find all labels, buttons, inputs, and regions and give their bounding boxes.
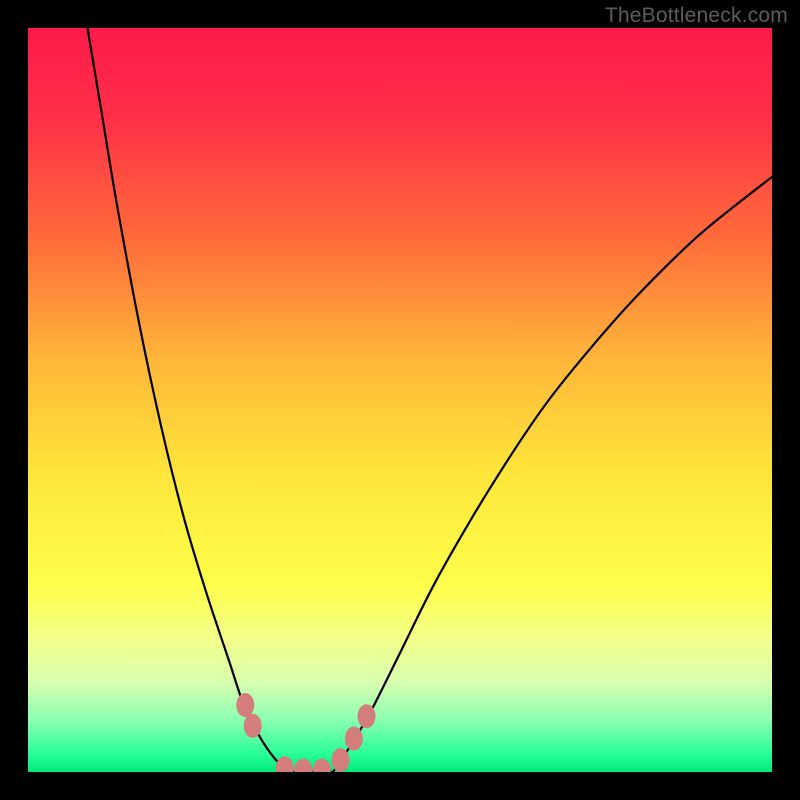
data-marker <box>236 693 254 717</box>
curve-layer <box>28 28 772 772</box>
plot-area <box>28 28 772 772</box>
data-marker <box>313 759 331 772</box>
data-marker <box>276 756 294 772</box>
data-marker <box>331 748 349 772</box>
data-marker <box>345 727 363 751</box>
curve-markers <box>236 693 375 772</box>
watermark-text: TheBottleneck.com <box>605 4 788 28</box>
chart-frame: TheBottleneck.com <box>0 0 800 800</box>
bottleneck-curve <box>88 28 772 772</box>
data-marker <box>358 704 376 728</box>
data-marker <box>294 759 312 772</box>
data-marker <box>244 714 262 738</box>
